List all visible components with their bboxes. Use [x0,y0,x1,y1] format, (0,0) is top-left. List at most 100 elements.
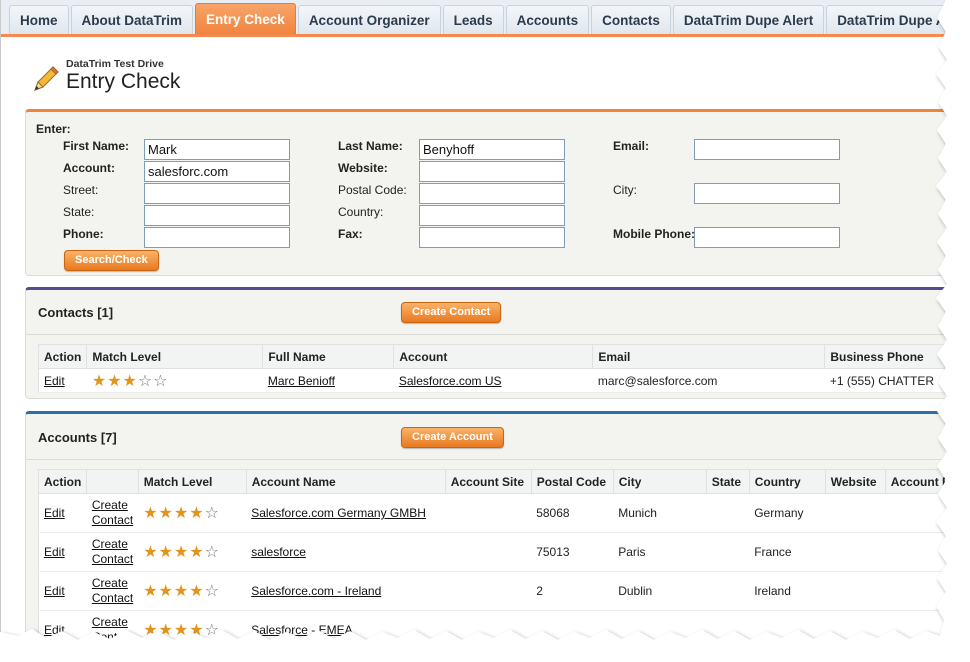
account-name-link[interactable]: Salesforce.com - Ireland [251,584,381,598]
website [825,493,886,533]
star-empty-icon: ☆ [137,372,154,390]
account-label: Account: [63,161,115,175]
tab-leads[interactable]: Leads [442,5,504,34]
tab-datatrim-dupe-alert[interactable]: DataTrim Dupe Alert [672,5,825,34]
edit-link[interactable]: Edit [44,623,65,637]
state-label: State: [63,205,95,219]
edit-link[interactable]: Edit [44,506,65,520]
postal-code [531,610,614,640]
col-match-level: Match Level [86,344,264,369]
edit-link[interactable]: Edit [44,545,65,559]
star-filled-icon: ★ [143,505,159,522]
city: Paris [613,532,707,572]
create-contact-button[interactable]: Create Contact [401,302,502,323]
table-row: Edit Create Contact ★★★★☆ salesforce 7501… [38,532,945,572]
account-site [445,493,532,533]
star-filled-icon: ★ [143,583,159,600]
first-name-label: First Name: [63,139,130,153]
create-contact-link[interactable]: Create Contact [92,576,133,605]
state-field[interactable] [144,205,290,226]
star-filled-icon: ★ [173,544,190,561]
search-check-button[interactable]: Search/Check [64,250,159,271]
star-filled-icon: ★ [173,622,190,639]
account-name-link[interactable]: Salesforce - EMEA [251,623,352,637]
match-level-stars: ★★★★☆ [143,505,220,522]
city-label: City: [613,183,637,197]
accounts-divider [26,459,945,460]
account-r [885,532,945,572]
table-row: Edit ★★★☆☆ Marc Benioff Salesforce.com U… [38,368,945,393]
website-label: Website: [338,161,388,175]
tab-contacts[interactable]: Contacts [591,5,671,34]
create-account-button[interactable]: Create Account [401,427,504,448]
contacts-title: Contacts [1] [38,305,114,320]
account-site [445,571,532,611]
col-account-site: Account Site [445,469,532,494]
accounts-header-row: Action Match Level Account Name Account … [38,469,945,494]
accounts-title: Accounts [7] [38,430,117,445]
star-filled-icon: ★ [189,505,205,522]
tab-about-datatrim[interactable]: About DataTrim [70,5,194,34]
star-filled-icon: ★ [189,544,205,561]
first-name-field[interactable] [144,139,290,160]
city-field[interactable] [694,183,840,204]
city [613,610,707,640]
tab-account-organizer[interactable]: Account Organizer [297,5,441,34]
create-contact-link[interactable]: Create Contact [92,498,133,527]
table-row: Edit Create Contact ★★★★☆ Salesforce.com … [38,571,945,611]
state [706,571,750,611]
account-name-link[interactable]: Salesforce.com Germany GMBH [251,506,426,520]
star-filled-icon: ★ [189,583,205,600]
last-name-field[interactable] [419,139,565,160]
star-empty-icon: ☆ [204,622,220,639]
col-state: State [706,469,750,494]
edit-link[interactable]: Edit [44,584,65,598]
col-website: Website [825,469,886,494]
star-empty-icon: ☆ [204,583,220,600]
last-name-label: Last Name: [338,139,403,153]
state [706,493,750,533]
website [825,610,886,640]
col-account-name: Account Name [246,469,446,494]
create-contact-link[interactable]: Create Contact [92,537,133,566]
country: France [749,532,826,572]
postal-code-field[interactable] [419,183,565,204]
country-label: Country: [338,205,384,219]
tab-home[interactable]: Home [9,5,69,34]
contact-name-link[interactable]: Marc Benioff [268,374,335,388]
account-site [445,532,532,572]
account-name-link[interactable]: salesforce [251,545,306,559]
website-field[interactable] [419,161,565,182]
tab-accounts[interactable]: Accounts [505,5,590,34]
edit-link[interactable]: Edit [44,374,65,388]
account-r [885,571,945,611]
enter-label: Enter: [36,122,71,136]
mobile-phone-label: Mobile Phone: [613,227,695,241]
col-account: Account [393,344,594,369]
table-row: Edit Create Contact ★★★★☆ Salesforce.com … [38,493,945,533]
page-title: Entry Check [66,70,181,93]
email-field[interactable] [694,139,840,160]
mobile-phone-field[interactable] [694,227,840,248]
contact-account-link[interactable]: Salesforce.com US [399,374,502,388]
website [825,532,886,572]
match-level-stars: ★★★☆☆ [92,373,169,390]
tab-entry-check[interactable]: Entry Check [195,3,296,34]
star-empty-icon: ☆ [204,505,220,522]
col-full-name: Full Name [262,344,395,369]
phone-field[interactable] [144,227,290,248]
postal-code: 2 [531,571,614,611]
phone-label: Phone: [63,227,104,241]
col-action: Action [38,344,88,369]
tab-datatrim-dupe-alert-re[interactable]: DataTrim Dupe Alert Re [826,5,945,34]
star-filled-icon: ★ [143,544,159,561]
col-email: Email [592,344,826,369]
account-field[interactable] [144,161,290,182]
street-field[interactable] [144,183,290,204]
col-business-phone: Business Phone [824,344,945,369]
create-contact-link[interactable]: Create Contact [92,615,133,640]
accounts-table: Action Match Level Account Name Account … [38,469,945,640]
country-field[interactable] [419,205,565,226]
fax-field[interactable] [419,227,565,248]
postal-code-label: Postal Code: [338,183,407,197]
